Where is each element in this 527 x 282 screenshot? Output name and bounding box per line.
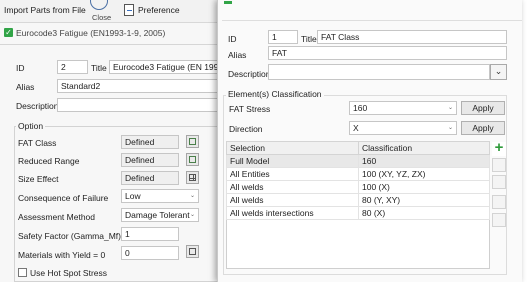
fat-class-value: Defined [121,135,179,149]
chevron-down-icon: ⌄ [494,66,503,76]
selection-cell: All welds intersections [226,206,359,220]
apply-direction-button[interactable]: Apply [461,121,505,135]
dialog-top-divider [222,20,522,21]
move-classification-button[interactable] [492,213,506,227]
dialog-title-label: Title [301,34,317,44]
plus-icon: + [494,139,504,156]
title-label: Title [91,63,107,73]
classification-cell: 80 (X) [358,206,490,220]
chevron-down-icon: ⌄ [447,125,453,131]
delete-classification-button[interactable] [492,195,506,209]
dialog-alias-field[interactable]: FAT [268,46,507,60]
id-field[interactable]: 2 [57,60,88,74]
standard-header-title: Eurocode3 Fatigue (EN1993-1-9, 2005) [16,28,166,38]
use-hot-spot-stress-checkbox[interactable] [18,268,27,277]
fat-stress-select[interactable]: 160 ⌄ [349,101,457,115]
fat-stress-label: FAT Stress [229,104,271,114]
table-row[interactable]: Full Model 160 [226,154,490,168]
assessment-method-select[interactable]: Damage Tolerant ⌄ [121,208,199,222]
selection-column-header[interactable]: Selection [226,141,359,155]
chevron-down-icon: ⌄ [189,193,195,199]
consequence-of-failure-label: Consequence of Failure [18,193,109,203]
add-classification-button[interactable]: + [492,139,506,156]
dialog-accent [224,1,232,4]
consequence-of-failure-select[interactable]: Low ⌄ [121,189,199,203]
assessment-method-value: Damage Tolerant [125,210,190,220]
id-label: ID [16,63,25,73]
table-row[interactable]: All welds intersections 80 (X) [226,206,490,220]
classification-cell: 100 (XY, YZ, ZX) [358,167,490,181]
materials-yield-label: Materials with Yield = 0 [18,250,106,260]
dialog-id-label: ID [228,34,237,44]
edit-classification-button[interactable] [492,158,506,172]
dialog-alias-label: Alias [228,50,247,60]
preference-icon[interactable] [124,4,134,16]
standard-enabled-checkbox[interactable]: ✓ [4,28,13,37]
materials-yield-field[interactable]: 0 [121,246,179,260]
description-label: Description [16,101,59,111]
direction-label: Direction [229,124,263,134]
size-effect-table-icon[interactable] [186,171,199,184]
dialog-id-field[interactable]: 1 [268,30,298,44]
direction-select[interactable]: X ⌄ [349,121,457,135]
alias-label: Alias [16,82,35,92]
fat-class-edit-icon[interactable] [186,135,199,148]
close-icon[interactable] [90,0,108,10]
size-effect-value: Defined [121,171,179,185]
classification-table: Selection Classification Full Model 160 … [226,141,490,220]
size-effect-label: Size Effect [18,174,59,184]
assessment-method-label: Assessment Method [18,212,96,222]
materials-yield-edit-icon[interactable] [186,245,199,258]
title-field[interactable]: Eurocode3 Fatigue (EN 1993-1-9 [109,60,222,74]
table-row[interactable]: All welds 100 (X) [226,180,490,194]
chevron-down-icon: ⌄ [447,105,453,111]
reduced-range-label: Reduced Range [18,156,80,166]
fat-stress-value: 160 [353,103,368,113]
selection-cell: All Entities [226,167,359,181]
dialog-description-label: Description [228,69,271,79]
table-header-row: Selection Classification [226,141,490,155]
preference-button[interactable]: Preference [138,5,180,15]
reduced-range-edit-icon[interactable] [186,153,199,166]
classification-group-title: Element(s) Classification [226,89,324,99]
dialog-title-field[interactable]: FAT Class [317,30,507,44]
header-divider [0,44,222,45]
table-row[interactable]: All Entities 100 (XY, YZ, ZX) [226,167,490,181]
close-button-label[interactable]: Close [92,13,111,22]
dialog-description-field[interactable] [268,64,490,80]
selection-cell: All welds [226,180,359,194]
chevron-down-icon: ⌄ [189,212,195,218]
import-parts-button[interactable]: Import Parts from File [4,5,86,15]
table-row[interactable]: All welds 80 (Y, XY) [226,193,490,207]
alias-field[interactable]: Standard2 [57,79,222,93]
description-expand-button[interactable]: ⌄ [490,64,507,80]
option-group-title: Option [16,121,46,131]
selection-cell: Full Model [226,154,359,168]
fat-class-label: FAT Class [18,138,57,148]
fatigue-standard-panel: Import Parts from File Close Preference … [0,0,222,282]
use-hot-spot-stress-label: Use Hot Spot Stress [30,268,108,278]
copy-classification-button[interactable] [492,175,506,189]
apply-fat-stress-button[interactable]: Apply [461,101,505,115]
reduced-range-value: Defined [121,153,179,167]
description-field[interactable] [57,98,222,112]
ribbon-toolbar: Import Parts from File Close Preference [0,0,222,23]
classification-cell: 80 (Y, XY) [358,193,490,207]
direction-value: X [353,123,359,133]
classification-cell: 100 (X) [358,180,490,194]
safety-factor-field[interactable]: 1 [121,227,179,241]
selection-cell: All welds [226,193,359,207]
classification-cell: 160 [358,154,490,168]
safety-factor-label: Safety Factor (Gamma_Mf) [18,231,121,241]
consequence-of-failure-value: Low [125,191,141,201]
classification-column-header[interactable]: Classification [358,141,490,155]
